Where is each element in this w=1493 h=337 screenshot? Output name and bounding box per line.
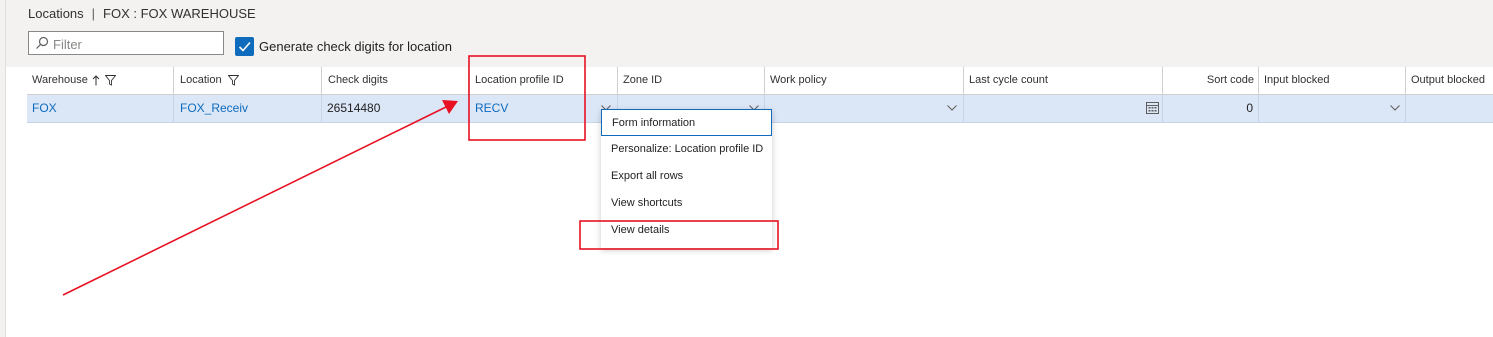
annotation-highlight-box: [579, 220, 779, 250]
annotation-highlight-box: [468, 55, 586, 141]
annotation-overlay: [62, 55, 779, 296]
annotation-arrow: [62, 106, 447, 296]
